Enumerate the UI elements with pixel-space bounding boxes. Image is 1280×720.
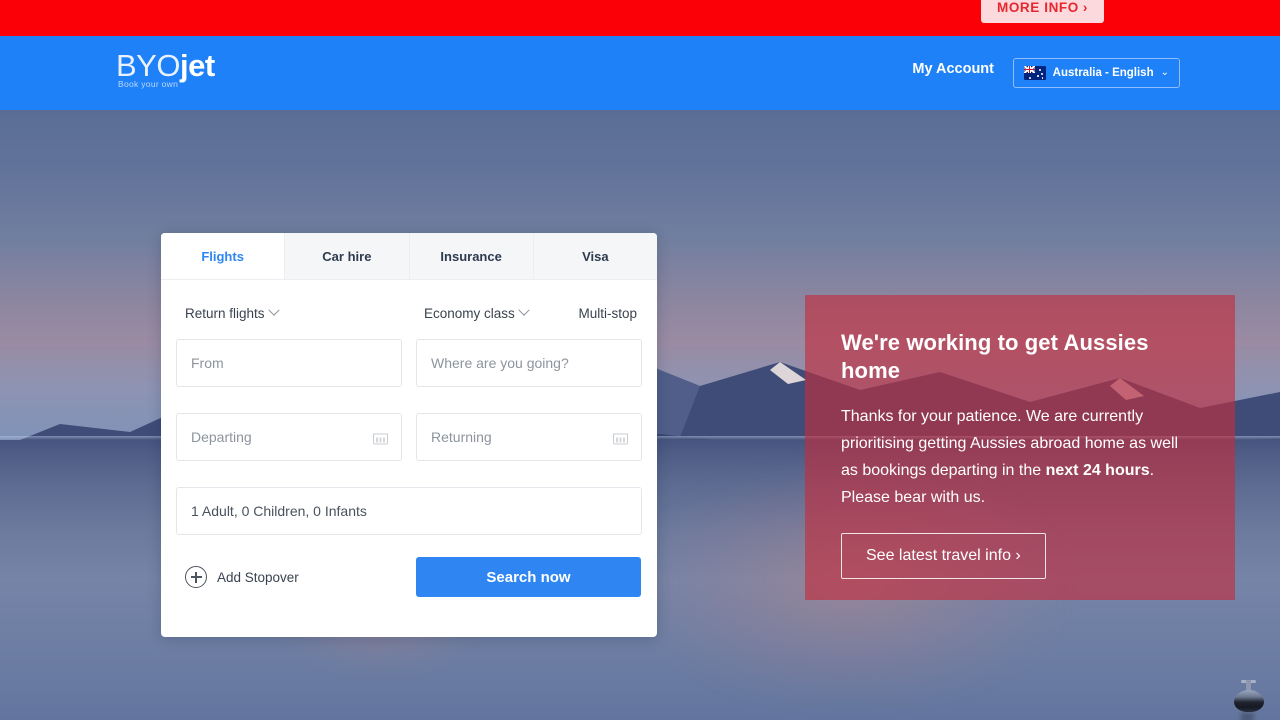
date-fields-row: Departing Returning	[176, 413, 642, 461]
language-label: Australia - English	[1052, 67, 1154, 79]
flight-search-card: Flights Car hire Insurance Visa Return f…	[161, 233, 657, 637]
origin-input[interactable]: From	[176, 339, 402, 387]
search-tabs: Flights Car hire Insurance Visa	[161, 233, 657, 280]
add-stopover-button[interactable]: Add Stopover	[185, 566, 299, 588]
promo-body-emphasis: next 24 hours	[1045, 462, 1150, 479]
promo-body: Thanks for your patience. We are current…	[841, 403, 1199, 511]
calendar-icon[interactable]	[612, 429, 628, 445]
departing-placeholder: Departing	[191, 429, 252, 445]
see-latest-travel-info-button[interactable]: See latest travel info ›	[841, 533, 1046, 579]
multi-stop-link[interactable]: Multi-stop	[578, 306, 637, 321]
covid-alert-banner: Corona virus (COVID-19), latest informat…	[0, 0, 1280, 36]
trip-type-dropdown[interactable]: Return flights	[185, 304, 280, 321]
australia-flag-icon	[1023, 66, 1046, 80]
search-actions-row: Add Stopover Search now	[176, 557, 642, 597]
more-info-button[interactable]: MORE INFO ›	[980, 0, 1104, 23]
language-selector[interactable]: Australia - English ⌄	[1012, 58, 1180, 88]
passengers-value: 1 Adult, 0 Children, 0 Infants	[191, 503, 367, 519]
logo-secondary-text: jet	[179, 48, 215, 83]
tab-visa[interactable]: Visa	[533, 233, 657, 279]
promo-heading: We're working to get Aussies home	[841, 330, 1149, 383]
byojet-logo[interactable]: BYOjet Book your own	[116, 48, 215, 90]
search-now-button[interactable]: Search now	[416, 557, 641, 597]
passengers-input[interactable]: 1 Adult, 0 Children, 0 Infants	[176, 487, 642, 535]
cabin-class-dropdown[interactable]: Economy class	[424, 304, 530, 321]
chevron-down-icon: ⌄	[1160, 67, 1169, 78]
tab-car-hire[interactable]: Car hire	[285, 233, 410, 279]
destination-input[interactable]: Where are you going?	[416, 339, 642, 387]
my-account-link[interactable]: My Account	[912, 61, 994, 77]
logo-primary-text: BYO	[116, 48, 180, 83]
tab-insurance[interactable]: Insurance	[409, 233, 534, 279]
returning-date-input[interactable]: Returning	[416, 413, 642, 461]
location-fields-row: From Where are you going?	[176, 339, 642, 387]
add-stopover-label: Add Stopover	[217, 569, 299, 585]
more-info-label: MORE INFO	[996, 0, 1079, 15]
destination-placeholder: Where are you going?	[431, 355, 569, 371]
chevron-right-icon: ›	[1082, 0, 1088, 15]
cabin-class-label: Economy class	[424, 305, 515, 321]
departing-date-input[interactable]: Departing	[176, 413, 402, 461]
search-options-row: Return flights Economy class Multi-stop	[176, 296, 642, 330]
travel-info-promo-panel: We're working to get Aussies home Thanks…	[805, 295, 1235, 600]
chevron-down-icon	[518, 304, 530, 316]
trip-type-label: Return flights	[185, 305, 265, 321]
site-header: BYOjet Book your own My Account Australi…	[0, 36, 1280, 110]
passengers-row: 1 Adult, 0 Children, 0 Infants	[176, 487, 642, 535]
tab-flights[interactable]: Flights	[161, 233, 286, 279]
origin-placeholder: From	[191, 355, 224, 371]
buoy-marker	[1234, 680, 1264, 720]
chevron-down-icon	[267, 304, 280, 316]
calendar-icon[interactable]	[372, 429, 388, 445]
plus-circle-icon	[185, 566, 207, 588]
returning-placeholder: Returning	[431, 429, 492, 445]
